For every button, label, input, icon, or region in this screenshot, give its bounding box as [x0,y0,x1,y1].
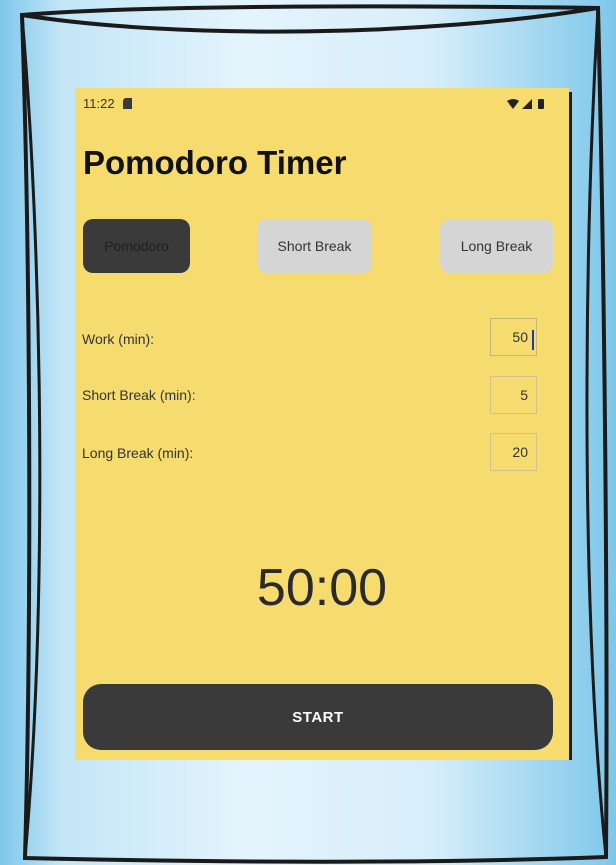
sim-card-icon [123,98,132,109]
long-break-mode-button[interactable]: Long Break [440,219,553,273]
short-break-duration-label: Short Break (min): [82,387,196,403]
short-break-duration-input[interactable] [490,376,537,414]
status-icons [507,98,549,110]
page-title: Pomodoro Timer [83,144,347,181]
long-break-duration-input[interactable] [490,433,537,471]
battery-icon [538,99,544,109]
work-duration-label: Work (min): [82,331,155,347]
long-break-duration-label: Long Break (min): [82,445,194,461]
work-duration-input[interactable] [490,318,537,356]
start-button[interactable]: START [83,684,553,750]
text-cursor [532,330,534,350]
short-break-mode-button[interactable]: Short Break [257,219,372,273]
wifi-icon [507,99,519,109]
screen-edge [569,92,572,760]
pomodoro-mode-button[interactable]: Pomodoro [83,219,190,273]
phone-screen: 11:22 Pomodoro Timer Pomodoro Short Brea… [75,88,569,760]
status-bar: 11:22 [83,96,561,114]
status-time: 11:22 [83,96,115,111]
signal-icon [522,99,532,109]
timer-display: 50:00 [256,559,388,617]
